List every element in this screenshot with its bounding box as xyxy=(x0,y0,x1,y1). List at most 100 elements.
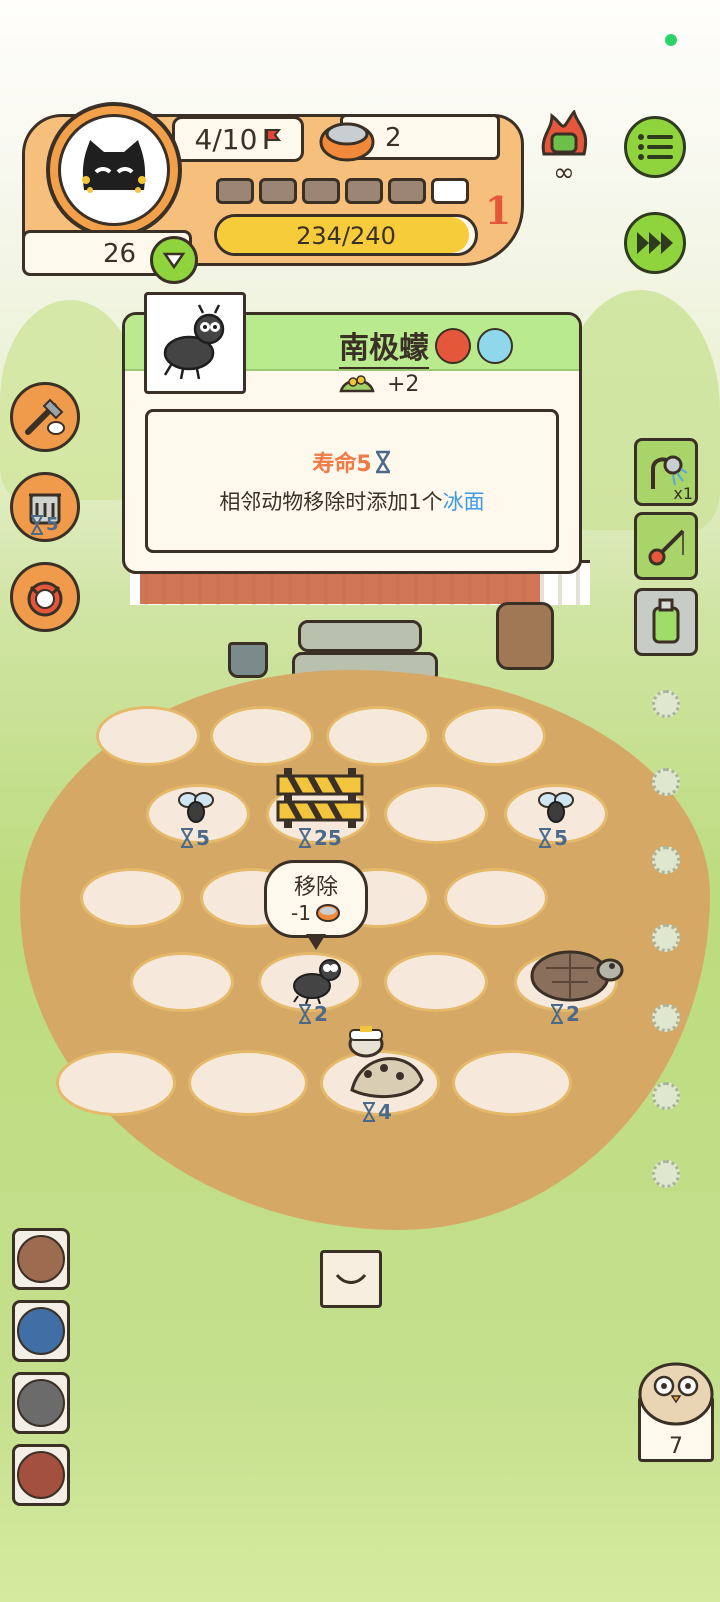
board-hole[interactable] xyxy=(130,952,234,1012)
ice-type-icon xyxy=(477,328,513,364)
brown-disc-icon xyxy=(17,1235,65,1283)
road-barrier-icon xyxy=(276,768,364,828)
midge-unit[interactable] xyxy=(288,950,348,1005)
empty-slot-icon xyxy=(652,1160,680,1188)
midge-icon xyxy=(293,959,341,1005)
barrier-unit[interactable] xyxy=(276,762,364,832)
food-bonus: +2 xyxy=(339,371,419,397)
hourglass-icon xyxy=(362,1102,376,1122)
blue-slot[interactable] xyxy=(12,1300,70,1362)
fly-counter: 5 xyxy=(180,826,210,850)
red-slot[interactable] xyxy=(12,1444,70,1506)
shower-badge: x1 xyxy=(673,484,693,503)
ability-text: 相邻动物移除时添加1个冰面 xyxy=(219,490,485,514)
board-hole[interactable] xyxy=(56,1050,176,1116)
board-hole[interactable] xyxy=(326,706,430,766)
pesticide-item-button[interactable] xyxy=(634,588,698,656)
hourglass-icon xyxy=(375,450,390,474)
unit-name: 南极蠓 xyxy=(339,323,429,369)
remove-label: 移除 xyxy=(293,875,338,900)
infinite-badge[interactable]: ∞ xyxy=(536,109,592,188)
lucky-cat-skill-button[interactable] xyxy=(10,562,80,632)
remove-bubble[interactable]: 移除 -1 xyxy=(264,860,368,938)
gray-slot[interactable] xyxy=(12,1372,70,1434)
pesticide-bottle-icon xyxy=(652,598,680,644)
penguin-snake-unit[interactable] xyxy=(332,1020,432,1106)
remove-cost: -1 xyxy=(267,901,365,925)
fishing-rod-item-button[interactable] xyxy=(634,512,698,580)
hourglass-icon xyxy=(298,1004,312,1024)
bubble-tail xyxy=(306,934,326,950)
currency-amount: 2 xyxy=(385,123,402,153)
fly-icon xyxy=(538,792,574,823)
hourglass-icon xyxy=(550,1004,564,1024)
segment-empty xyxy=(431,178,469,204)
food-pile-icon xyxy=(339,375,375,393)
tooltip-portrait xyxy=(144,292,246,394)
menu-button[interactable] xyxy=(624,116,686,178)
empty-slot-icon xyxy=(652,1082,680,1110)
turtle-unit[interactable] xyxy=(522,944,626,1004)
hourglass-icon xyxy=(538,828,552,848)
infinite-label: ∞ xyxy=(553,158,575,188)
tooltip-description-box: 寿命5 相邻动物移除时添加1个冰面 xyxy=(145,409,559,553)
snake-counter: 4 xyxy=(362,1100,392,1124)
flag-icon xyxy=(264,129,282,149)
segment-filled xyxy=(302,178,340,204)
empty-slot-icon xyxy=(652,768,680,796)
board-hole[interactable] xyxy=(384,952,488,1012)
avatar[interactable] xyxy=(46,102,182,238)
shower-item-button[interactable]: x1 xyxy=(634,438,698,506)
status-dot xyxy=(665,34,677,46)
empty-slot-icon xyxy=(652,1004,680,1032)
fast-forward-button[interactable] xyxy=(624,212,686,274)
menu-list-icon xyxy=(638,134,673,160)
barrier-counter: 25 xyxy=(298,826,342,850)
stone-slab xyxy=(298,620,422,652)
bucket xyxy=(228,642,268,678)
fly-unit[interactable] xyxy=(536,788,576,828)
fast-forward-icon xyxy=(637,232,673,254)
segment-filled xyxy=(259,178,297,204)
fly-counter: 5 xyxy=(538,826,568,850)
fly-icon xyxy=(178,792,214,823)
down-triangle-icon xyxy=(162,252,186,270)
empty-slot-icon xyxy=(652,924,680,952)
lucky-cat-icon xyxy=(27,581,63,617)
fly-unit[interactable] xyxy=(176,788,216,828)
board-hole[interactable] xyxy=(80,868,184,928)
fishing-rod-icon xyxy=(648,529,685,566)
hourglass-icon xyxy=(298,828,312,848)
stage-segments xyxy=(216,178,469,204)
board-hole[interactable] xyxy=(210,706,314,766)
deck-button[interactable]: 7 xyxy=(634,1348,718,1464)
board-hole[interactable] xyxy=(96,706,200,766)
brown-slot[interactable] xyxy=(12,1228,70,1290)
shovel-icon xyxy=(25,398,65,435)
empty-slot-icon xyxy=(652,690,680,718)
board-hole[interactable] xyxy=(384,784,488,844)
board-hole[interactable] xyxy=(188,1050,308,1116)
stage-progress-text: 4/10 xyxy=(194,122,258,156)
lifespan-line: 寿命5 xyxy=(148,446,556,478)
food-can-icon xyxy=(318,112,376,168)
food-can-icon xyxy=(315,904,340,922)
board-hole[interactable] xyxy=(444,868,548,928)
trash-skill-badge: 5 xyxy=(30,514,59,535)
board-hole[interactable] xyxy=(442,706,546,766)
hourglass-icon xyxy=(30,514,44,535)
segment-filled xyxy=(216,178,254,204)
turtle-counter: 2 xyxy=(550,1002,580,1026)
level-down-button[interactable] xyxy=(150,236,198,284)
board-hole[interactable] xyxy=(452,1050,572,1116)
black-cat-icon xyxy=(82,140,146,193)
shovel-skill-button[interactable] xyxy=(10,382,80,452)
segment-filled xyxy=(345,178,383,204)
level-value: 26 xyxy=(103,239,137,269)
midge-counter: 2 xyxy=(298,1002,328,1026)
midge-icon xyxy=(163,304,225,380)
fire-fist-icon xyxy=(541,109,588,156)
empty-slot-icon xyxy=(652,846,680,874)
collapse-card-button[interactable] xyxy=(320,1250,382,1308)
hourglass-icon xyxy=(180,828,194,848)
